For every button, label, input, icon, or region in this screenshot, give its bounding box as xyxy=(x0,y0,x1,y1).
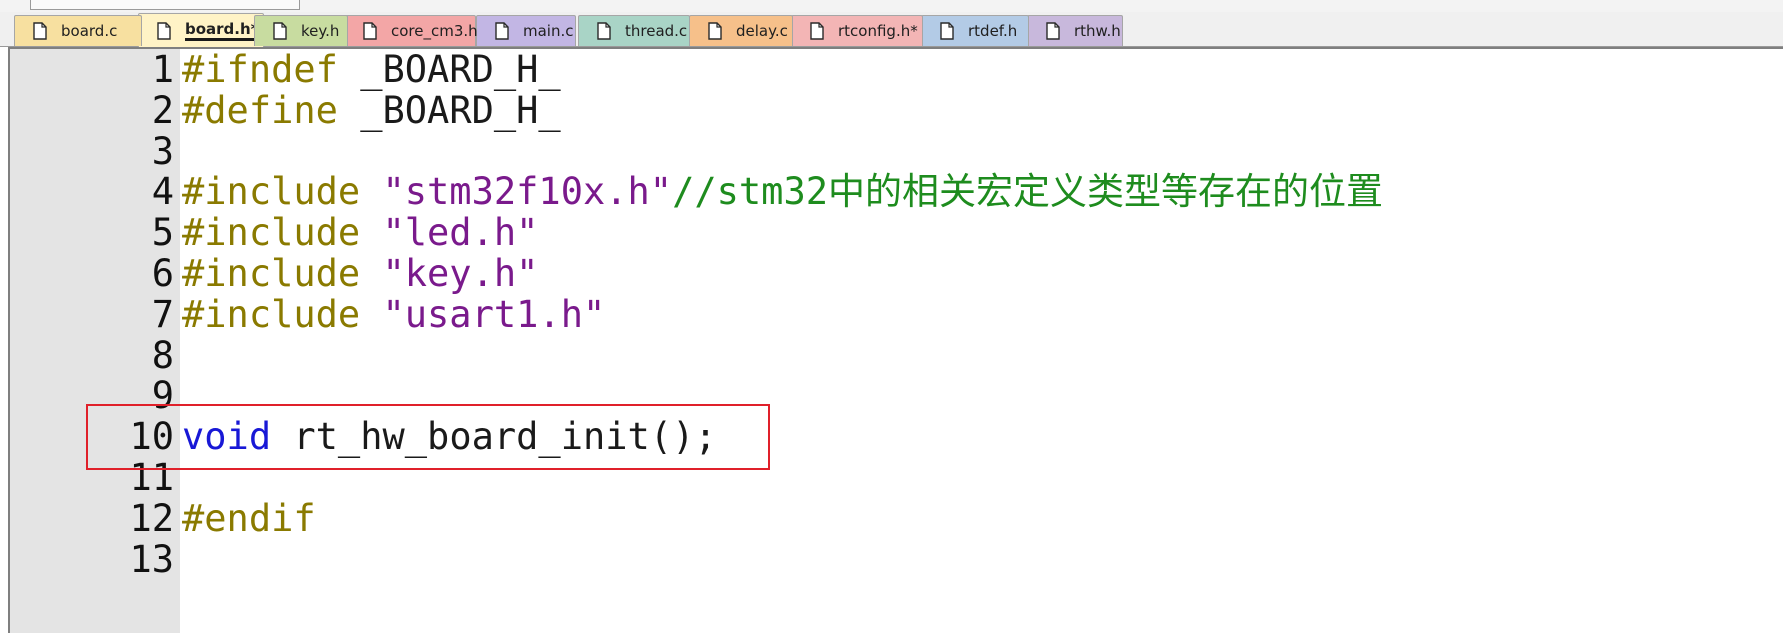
line-code: #define _BOARD_H_ xyxy=(182,88,561,134)
code-token: #include xyxy=(182,170,383,214)
tab-label: thread.c xyxy=(625,22,688,40)
code-token: rt_hw_board_init(); xyxy=(271,415,717,459)
tab-label: core_cm3.h xyxy=(391,22,478,40)
line-number: 8 xyxy=(151,333,174,377)
code-token: #endif xyxy=(182,496,316,540)
tab-label: board.h* xyxy=(185,20,259,41)
line-code: void rt_hw_board_init(); xyxy=(182,414,717,460)
code-line: 12 #endif xyxy=(10,496,1783,542)
document-icon xyxy=(940,22,954,40)
code-token: void xyxy=(182,415,272,459)
line-number: 10 xyxy=(129,415,174,459)
document-icon xyxy=(597,22,611,40)
document-icon xyxy=(363,22,377,40)
line-number: 6 xyxy=(151,252,174,295)
tab-main-c[interactable]: main.c xyxy=(476,15,576,46)
code-line: 6 #include "key.h" xyxy=(10,251,1783,297)
line-number: 13 xyxy=(129,537,174,581)
tab-board-h[interactable]: board.h* xyxy=(138,13,264,47)
tab-label: rthw.h xyxy=(1074,22,1121,40)
line-code: #include "key.h" xyxy=(182,251,538,297)
code-line: 7 #include "usart1.h" xyxy=(10,292,1783,338)
document-icon xyxy=(1046,22,1060,40)
line-number: 3 xyxy=(151,129,174,173)
code-line: 5 #include "led.h" xyxy=(10,210,1783,256)
tab-board-c[interactable]: board.c xyxy=(14,15,142,46)
line-number: 4 xyxy=(151,170,174,214)
line-code: #ifndef _BOARD_H_ xyxy=(182,48,561,93)
document-icon xyxy=(273,22,287,40)
code-token: //stm32中的相关宏定义类型等存在的位置 xyxy=(672,170,1384,214)
line-code: #include "led.h" xyxy=(182,210,538,256)
code-line: 11 xyxy=(10,455,1783,501)
tab-label: delay.c xyxy=(736,22,788,40)
code-token: _BOARD_H_ xyxy=(360,88,561,132)
tab-key-h[interactable]: key.h xyxy=(254,15,348,46)
tab-label: board.c xyxy=(61,22,118,40)
line-number: 7 xyxy=(151,292,174,336)
code-token: "stm32f10x.h" xyxy=(382,170,673,214)
code-line: 13 xyxy=(10,537,1783,583)
line-code: #include "stm32f10x.h"//stm32中的相关宏定义类型等存… xyxy=(182,169,1383,215)
code-token: #include xyxy=(182,292,383,336)
line-number: 1 xyxy=(151,48,174,91)
tab-bar: board.c board.h* key.h core_cm3.h main.c thre… xyxy=(0,12,1783,47)
code-token: "usart1.h" xyxy=(382,292,606,336)
code-token: #include xyxy=(182,211,383,255)
toolbar-search-box[interactable] xyxy=(30,0,300,10)
tab-label: key.h xyxy=(301,22,340,40)
tab-rtconfig-h[interactable]: rtconfig.h* xyxy=(791,15,923,46)
document-icon xyxy=(495,22,509,40)
line-number: 11 xyxy=(129,456,174,499)
code-token: _BOARD_H_ xyxy=(360,48,561,91)
tab-label: rtconfig.h* xyxy=(838,22,918,40)
tab-delay-c[interactable]: delay.c xyxy=(689,15,793,46)
line-code: #include "usart1.h" xyxy=(182,292,605,338)
code-line: 10 void rt_hw_board_init(); xyxy=(10,414,1783,460)
tab-label: main.c xyxy=(523,22,574,40)
tab-thread-c[interactable]: thread.c xyxy=(578,15,690,46)
tab-rthw-h[interactable]: rthw.h xyxy=(1027,15,1123,46)
code-line: 2 #define _BOARD_H_ xyxy=(10,88,1783,134)
line-number: 12 xyxy=(129,496,174,540)
code-line: 8 xyxy=(10,333,1783,379)
code-editor[interactable]: 1 #ifndef _BOARD_H_ 2 #define _BOARD_H_ 3 4 #i… xyxy=(8,47,1783,633)
document-icon xyxy=(157,21,171,40)
line-code: #endif xyxy=(182,496,316,542)
code-token: "led.h" xyxy=(382,211,539,255)
tab-rtdef-h[interactable]: rtdef.h xyxy=(921,15,1029,46)
line-number: 2 xyxy=(151,88,174,132)
line-number: 5 xyxy=(151,211,174,255)
tab-core-cm3-h[interactable]: core_cm3.h xyxy=(344,15,478,46)
code-line: 4 #include "stm32f10x.h"//stm32中的相关宏定义类型等… xyxy=(10,169,1783,215)
document-icon xyxy=(810,22,824,40)
line-number: 9 xyxy=(151,374,174,418)
code-token: "key.h" xyxy=(382,252,539,295)
code-token: #ifndef xyxy=(182,48,361,91)
code-token: #define xyxy=(182,88,361,132)
document-icon xyxy=(33,22,47,40)
tab-label: rtdef.h xyxy=(968,22,1018,40)
code-line: 1 #ifndef _BOARD_H_ xyxy=(10,48,1783,93)
document-icon xyxy=(708,22,722,40)
code-line: 3 xyxy=(10,129,1783,175)
code-token: #include xyxy=(182,252,383,295)
code-line: 9 xyxy=(10,373,1783,419)
